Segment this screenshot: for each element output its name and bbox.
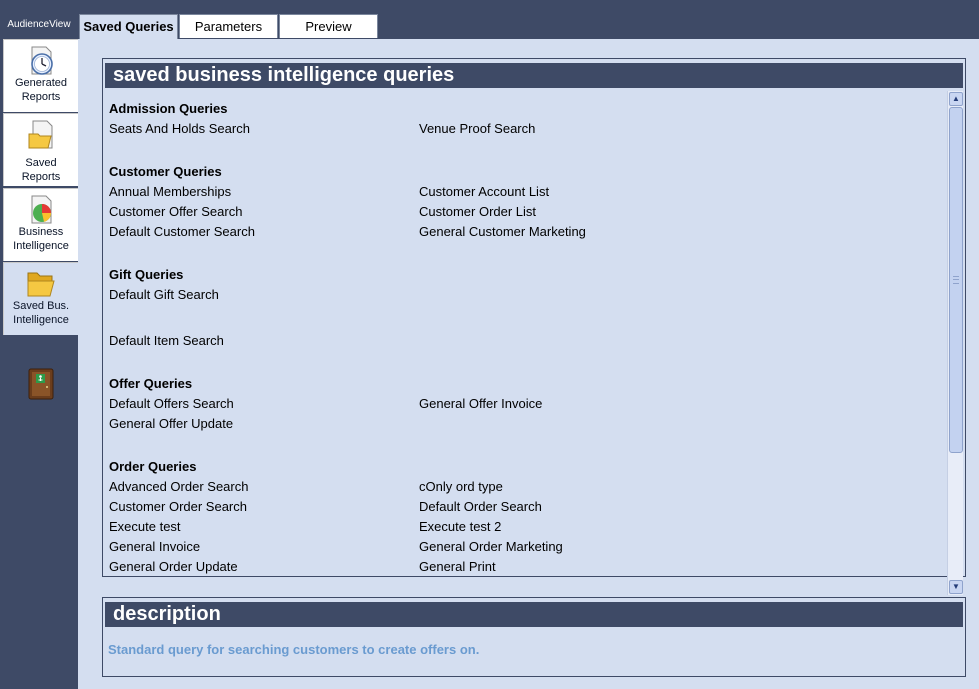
query-link[interactable]: Default Item Search: [109, 333, 224, 348]
pie-chart-icon: [31, 195, 52, 224]
query-link[interactable]: General Print: [419, 559, 496, 574]
query-link[interactable]: Default Offers Search: [109, 396, 234, 411]
query-link[interactable]: Execute test 2: [419, 519, 501, 534]
query-link[interactable]: Default Gift Search: [109, 287, 219, 302]
query-link[interactable]: Default Order Search: [419, 499, 542, 514]
queries-header: saved business intelligence queries: [105, 63, 963, 88]
sidebar-item-saved-bus-intelligence[interactable]: Saved Bus. Intelligence: [3, 262, 78, 335]
query-link[interactable]: Venue Proof Search: [419, 121, 535, 136]
main-content: saved business intelligence queries Admi…: [78, 39, 979, 689]
open-folder-icon: [27, 272, 55, 297]
queries-list: Admission Queries Seats And Holds Search…: [109, 91, 941, 599]
description-panel: description Standard query for searching…: [102, 597, 966, 677]
group-title-order: Order Queries: [109, 459, 197, 474]
query-link[interactable]: Customer Account List: [419, 184, 549, 199]
exit-door-icon[interactable]: [28, 368, 54, 400]
group-title-offer: Offer Queries: [109, 376, 193, 391]
query-link[interactable]: cOnly ord type: [419, 479, 503, 494]
scroll-thumb[interactable]: [949, 107, 963, 453]
query-link[interactable]: Execute test: [109, 519, 181, 534]
sidebar: AudienceView Generated Reports Saved Rep…: [0, 0, 78, 689]
scroll-down-icon[interactable]: ▼: [949, 580, 963, 594]
query-link[interactable]: General Offer Update: [109, 416, 233, 431]
query-link[interactable]: Customer Order Search: [109, 499, 247, 514]
query-link[interactable]: Seats And Holds Search: [109, 121, 250, 136]
sidebar-item-label: Generated: [15, 77, 67, 89]
folder-document-icon: [28, 120, 53, 149]
sidebar-item-label: Reports: [21, 91, 61, 103]
group-title-gift: Gift Queries: [109, 267, 184, 282]
query-link[interactable]: Advanced Order Search: [109, 479, 248, 494]
query-link[interactable]: General Order Marketing: [419, 539, 563, 554]
query-link[interactable]: Default Customer Search: [109, 224, 255, 239]
sidebar-item-label: Intelligence: [13, 314, 69, 326]
sidebar-item-label: Saved Bus.: [12, 300, 70, 312]
description-text: Standard query for searching customers t…: [108, 642, 480, 657]
sidebar-item-business-intelligence[interactable]: Business Intelligence: [3, 188, 78, 261]
query-link[interactable]: General Order Update: [109, 559, 238, 574]
query-link[interactable]: General Customer Marketing: [419, 224, 586, 239]
description-header: description: [105, 602, 963, 627]
sidebar-item-saved-reports[interactable]: Saved Reports: [3, 113, 78, 186]
queries-panel: saved business intelligence queries Admi…: [102, 58, 966, 595]
tab-saved-queries[interactable]: Saved Queries: [79, 14, 178, 40]
grip-icon: [953, 276, 959, 284]
sidebar-item-label: Business: [18, 226, 64, 238]
group-title-admission: Admission Queries: [109, 101, 228, 116]
clock-icon: [31, 46, 53, 75]
app-title: AudienceView: [7, 19, 71, 30]
query-link[interactable]: General Invoice: [109, 539, 200, 554]
sidebar-item-label: Intelligence: [13, 240, 69, 252]
queries-scrollbar[interactable]: ▲ ▼: [947, 91, 963, 595]
sidebar-item-label: Saved Reports: [21, 157, 61, 183]
scroll-up-icon[interactable]: ▲: [949, 92, 963, 106]
query-link[interactable]: Customer Offer Search: [109, 204, 242, 219]
query-link[interactable]: Annual Memberships: [109, 184, 231, 199]
query-link[interactable]: General Offer Invoice: [419, 396, 542, 411]
sidebar-item-generated-reports[interactable]: Generated Reports: [3, 39, 78, 112]
tab-preview[interactable]: Preview: [279, 14, 378, 38]
group-title-customer: Customer Queries: [109, 164, 222, 179]
query-link[interactable]: Customer Order List: [419, 204, 536, 219]
tab-parameters[interactable]: Parameters: [179, 14, 278, 38]
